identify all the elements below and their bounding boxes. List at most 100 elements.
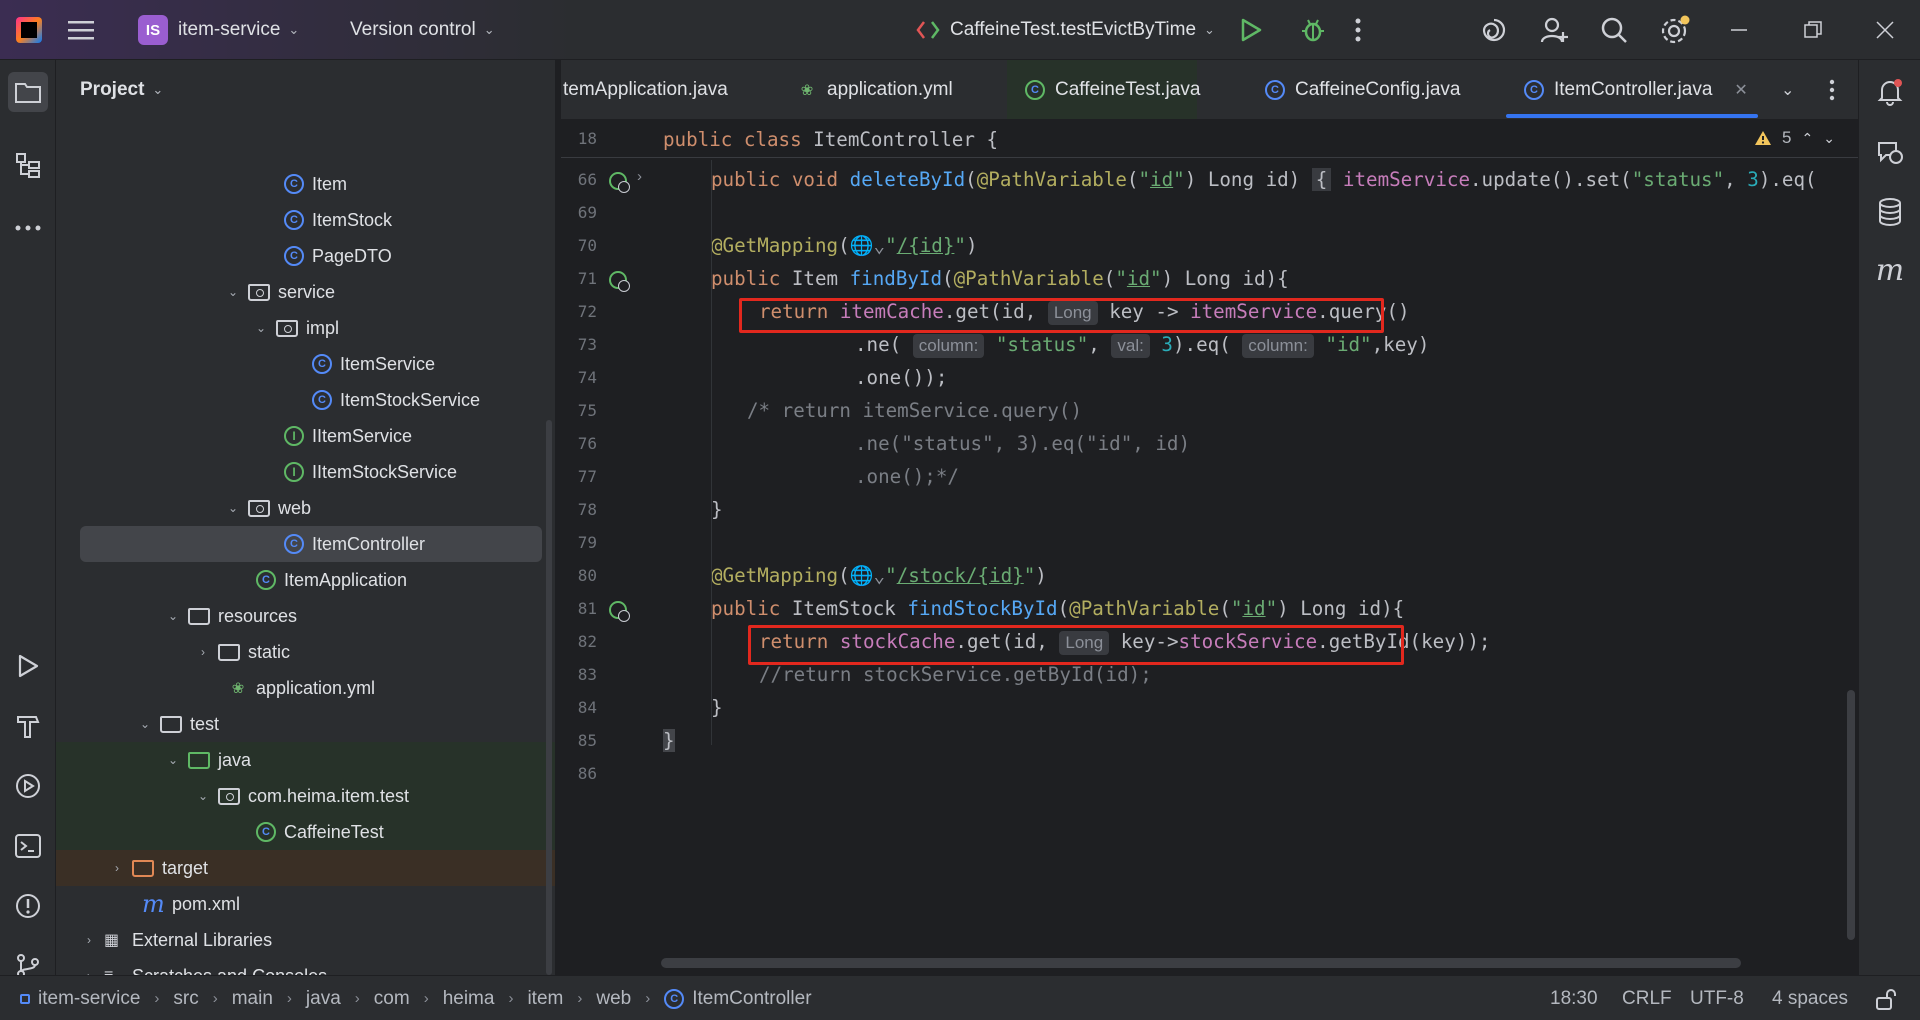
tab-list-dropdown[interactable]: ⌄ [1781,60,1794,119]
chevron-down-icon[interactable]: ⌄ [254,321,268,335]
request-mapping-gutter-icon[interactable] [609,172,630,193]
close-tab-icon[interactable]: ✕ [1734,80,1747,100]
notifications-button[interactable] [1870,72,1910,112]
version-control-menu[interactable]: Version control ⌄ [350,0,495,60]
sticky-class-header[interactable]: 18 public class ItemController { 5 ⌃ ⌄ [561,120,1858,158]
code-line-78[interactable]: } [711,493,723,526]
chevron-down-icon[interactable]: ⌄ [166,753,180,767]
tree-item-itemapplication[interactable]: C ItemApplication [56,562,555,598]
tree-item-java[interactable]: ⌄ java [56,742,555,778]
tree-item-external-libraries[interactable]: › ▦ External Libraries [56,922,555,958]
line-separator[interactable]: CRLF [1622,976,1672,1020]
chevron-right-icon[interactable]: › [110,861,124,875]
tree-item-application-yml[interactable]: ❀ application.yml [56,670,555,706]
settings-button[interactable] [1660,0,1690,60]
code-line-80[interactable]: @GetMapping(🌐⌄"/stock/{id}") [711,559,1047,592]
tree-item-test[interactable]: ⌄ test [56,706,555,742]
vertical-scrollbar[interactable] [1847,690,1855,940]
tree-item-static[interactable]: › static [56,634,555,670]
tree-item-scratches[interactable]: ›≡Scratches and Consoles [56,958,555,976]
tree-item-itemstock[interactable]: C ItemStock [56,202,555,238]
restore-window-button[interactable] [1804,0,1822,60]
horizontal-scrollbar[interactable] [661,958,1741,968]
tree-item-itemcontroller-selected[interactable]: C ItemController [80,526,542,562]
project-panel-scrollbar[interactable] [546,420,552,975]
breadcrumb-item[interactable]: java [306,988,341,1010]
chevron-down-icon[interactable]: ⌄ [138,717,152,731]
tree-item-itemstockservice[interactable]: C ItemStockService [56,382,555,418]
code-line-70[interactable]: @GetMapping(🌐⌄"/{id}") [711,229,978,262]
file-encoding[interactable]: UTF-8 [1690,976,1744,1020]
tree-item-pom-xml[interactable]: m pom.xml [56,886,555,922]
breadcrumb-item[interactable]: item [527,988,563,1010]
tab-caffeinetest[interactable]: C CaffeineTest.java [1007,60,1200,119]
breadcrumb-item[interactable]: item-service [38,988,140,1010]
close-window-button[interactable] [1876,0,1894,60]
request-mapping-gutter-icon[interactable] [609,601,630,622]
tree-item-impl[interactable]: ⌄ impl [56,310,555,346]
database-tool-button[interactable] [1870,192,1910,232]
chevron-up-icon[interactable]: ⌃ [1801,130,1813,147]
fold-chevron-right-icon[interactable]: › [637,168,642,185]
inspection-widget[interactable]: 5 ⌃ ⌄ [1754,128,1835,148]
code-line-71[interactable]: public Item findById(@PathVariable("id")… [711,262,1289,295]
tab-caffeineconfig[interactable]: C CaffeineConfig.java [1265,60,1460,119]
more-tools-button[interactable] [8,208,48,248]
ai-assistant-button[interactable] [1480,0,1508,60]
minimize-window-button[interactable] [1730,0,1748,60]
build-tool-button[interactable] [8,706,48,746]
request-mapping-gutter-icon[interactable] [609,271,630,292]
code-line-76[interactable]: .ne("status", 3).eq("id", id) [855,427,1190,460]
breadcrumb-item[interactable]: heima [443,988,495,1010]
tree-item-service[interactable]: ⌄ service [56,274,555,310]
tab-application-yml[interactable]: ❀ application.yml [797,60,953,119]
structure-tool-button[interactable] [8,146,48,186]
breadcrumb-item[interactable]: src [173,988,198,1010]
tree-item-caffeinetest[interactable]: C CaffeineTest [56,814,555,850]
project-tool-button[interactable] [8,72,48,112]
problems-tool-button[interactable] [8,886,48,926]
chevron-down-icon[interactable]: ⌄ [166,609,180,623]
code-line-66[interactable]: public void deleteById(@PathVariable("id… [711,163,1817,196]
search-everywhere-button[interactable] [1600,0,1628,60]
code-line-75[interactable]: /* return itemService.query() [747,394,1082,427]
terminal-tool-button[interactable] [8,826,48,866]
chevron-down-icon[interactable]: ⌄ [1823,130,1835,147]
code-line-74[interactable]: .one()); [855,361,947,394]
tree-item-item[interactable]: C Item [56,166,555,202]
more-actions-button[interactable] [1354,0,1362,60]
project-panel-header[interactable]: Project ⌄ [56,60,555,120]
breadcrumb-item[interactable]: ItemController [692,988,811,1010]
chevron-down-icon[interactable]: ⌄ [196,789,210,803]
code-with-me-button[interactable] [1540,0,1570,60]
code-line-84[interactable]: } [711,691,723,724]
chevron-right-icon[interactable]: › [196,645,210,659]
tab-options-button[interactable] [1829,60,1835,119]
run-button[interactable] [1240,0,1262,60]
ide-logo[interactable] [16,0,42,60]
tree-item-target[interactable]: › target [56,850,555,886]
tree-item-resources[interactable]: ⌄ resources [56,598,555,634]
code-line-85[interactable]: } [663,724,675,757]
tree-item-iitemstockservice[interactable]: I IItemStockService [56,454,555,490]
chevron-down-icon[interactable]: ⌄ [226,285,240,299]
breadcrumb-item[interactable]: web [596,988,631,1010]
breadcrumb-item[interactable]: main [232,988,273,1010]
chevron-right-icon[interactable]: › [82,933,96,947]
code-line-77[interactable]: .one();*/ [855,460,959,493]
tab-itemcontroller[interactable]: C ItemController.java ✕ [1506,60,1758,119]
run-config-selector[interactable]: CaffeineTest.testEvictByTime ⌄ [916,0,1215,60]
tab-itemapplication[interactable]: temApplication.java [563,60,748,119]
tree-item-iitemservice[interactable]: I IItemService [56,418,555,454]
tree-item-com-heima-item-test[interactable]: ⌄ com.heima.item.test [56,778,555,814]
run-tool-button[interactable] [8,646,48,686]
tree-item-itemservice[interactable]: C ItemService [56,346,555,382]
read-only-toggle[interactable] [1876,976,1896,1020]
ai-chat-button[interactable] [1870,132,1910,172]
code-line-81[interactable]: public ItemStock findStockById(@PathVari… [711,592,1404,625]
code-editor[interactable]: 18 public class ItemController { 5 ⌃ ⌄ 6… [561,120,1858,975]
chevron-down-icon[interactable]: ⌄ [226,501,240,515]
services-tool-button[interactable] [8,766,48,806]
breadcrumb-item[interactable]: com [374,988,410,1010]
indent-setting[interactable]: 4 spaces [1772,976,1848,1020]
